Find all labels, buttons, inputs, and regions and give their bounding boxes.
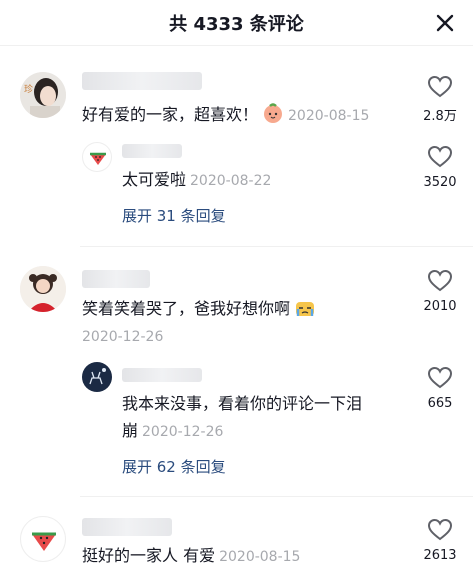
avatar[interactable] xyxy=(20,266,66,312)
username-redacted xyxy=(82,270,150,288)
username-redacted xyxy=(82,72,202,90)
crying-emoji-icon xyxy=(296,302,315,316)
reply-username-redacted xyxy=(122,368,202,382)
svg-text:珍: 珍 xyxy=(24,83,33,95)
heart-outline-icon xyxy=(427,366,453,389)
divider xyxy=(80,246,473,247)
avatar[interactable] xyxy=(20,516,66,562)
reply-date: 2020-12-26 xyxy=(142,424,224,440)
comments-header: 共 4333 条评论 xyxy=(0,0,473,46)
divider xyxy=(80,496,473,497)
peach-emoji-icon xyxy=(264,103,283,123)
comment-count-title: 共 4333 条评论 xyxy=(169,14,304,35)
reply-avatar[interactable] xyxy=(82,362,112,392)
username-redacted xyxy=(82,518,172,536)
watermelon-avatar-icon xyxy=(21,517,65,561)
close-icon xyxy=(436,14,454,32)
heart-outline-icon xyxy=(427,269,453,292)
comment-text: 挺好的一家人 有爱 2020-08-15 xyxy=(82,546,301,565)
reply-date: 2020-08-22 xyxy=(190,173,272,189)
reply-text: 我本来没事，看着你的评论一下泪 xyxy=(122,394,363,413)
heart-outline-icon xyxy=(427,518,453,541)
reply-text-continued: 崩 2020-12-26 xyxy=(122,421,224,440)
reply-like-button[interactable]: 3520 xyxy=(412,145,468,190)
watermelon-avatar-icon xyxy=(83,143,111,171)
like-count: 2613 xyxy=(423,548,457,563)
comment-date: 2020-08-15 xyxy=(219,549,301,565)
like-count: 3520 xyxy=(423,175,457,190)
like-count: 2.8万 xyxy=(423,109,457,124)
comment-text: 好有爱的一家，超喜欢！ 2020-08-15 xyxy=(82,102,369,126)
reply-username-redacted xyxy=(122,144,182,158)
like-count: 2010 xyxy=(423,299,457,314)
reply-like-button[interactable]: 665 xyxy=(412,366,468,411)
comment-date: 2020-12-26 xyxy=(82,329,164,345)
like-button[interactable]: 2613 xyxy=(412,518,468,563)
comment-date-line: 2020-12-26 xyxy=(82,326,163,347)
heart-outline-icon xyxy=(427,145,453,168)
like-count: 665 xyxy=(427,396,453,411)
reply-avatar[interactable] xyxy=(82,142,112,172)
expand-replies-link[interactable]: 展开 31 条回复 xyxy=(122,205,226,226)
like-button[interactable]: 2.8万 xyxy=(412,75,468,124)
avatar[interactable]: 珍 xyxy=(20,72,66,118)
heart-outline-icon xyxy=(427,75,453,98)
comment-text: 笑着笑着哭了，爸我好想你啊 xyxy=(82,296,316,319)
reply-text: 太可爱啦 2020-08-22 xyxy=(122,170,272,189)
like-button[interactable]: 2010 xyxy=(412,269,468,314)
close-button[interactable] xyxy=(433,11,457,35)
comment-date: 2020-08-15 xyxy=(288,108,370,124)
expand-replies-link[interactable]: 展开 62 条回复 xyxy=(122,456,226,477)
